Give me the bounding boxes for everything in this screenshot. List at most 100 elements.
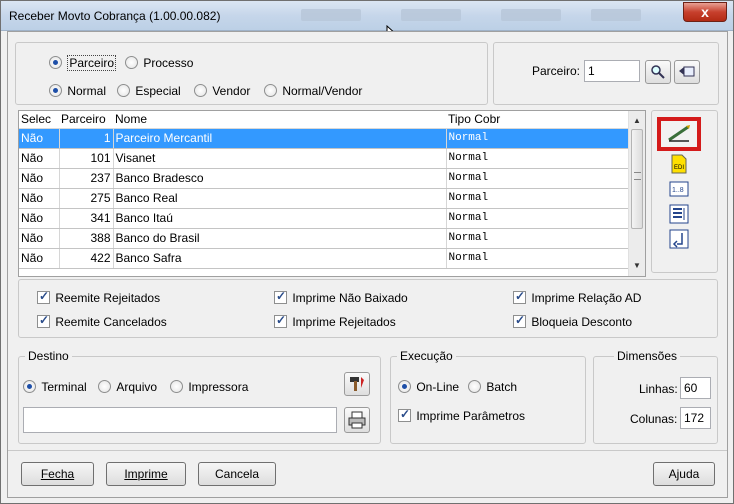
radio-processo-label: Processo [143, 55, 194, 70]
radio-vendor-indicator [194, 84, 207, 98]
cell-selec: Não [19, 148, 60, 169]
return-button[interactable] [674, 60, 700, 84]
options-panel: Reemite Rejeitados Imprime Não Baixado I… [18, 279, 718, 338]
checkbox-imprime-nao-baixado[interactable]: Imprime Não Baixado [274, 289, 408, 305]
cell-selec: Não [19, 228, 60, 249]
blurred-background [301, 9, 361, 21]
column-header-parceiro[interactable]: Parceiro [59, 111, 113, 129]
cell-parceiro: 1 [59, 128, 114, 149]
destino-group: Destino Terminal Arquivo Impressora [18, 349, 381, 444]
checkbox-imprime-rejeitados[interactable]: Imprime Rejeitados [274, 313, 396, 329]
table-row[interactable]: Não 422 Banco Safra Normal [19, 248, 629, 269]
imprime-button[interactable]: Imprime [106, 462, 186, 486]
scroll-up-icon[interactable]: ▲ [633, 116, 641, 125]
dimensoes-title: Dimensões [614, 349, 681, 363]
hammer-icon [350, 377, 364, 391]
column-header-tipo-cobr[interactable]: Tipo Cobr [446, 111, 629, 129]
checkbox-imprime-rejeitados-box [274, 313, 287, 329]
checkbox-imprime-relacao-ad-box [513, 289, 526, 305]
radio-especial-label: Especial [135, 83, 181, 98]
colunas-input[interactable] [680, 407, 711, 429]
dimensoes-group: Dimensões Linhas: Colunas: [593, 349, 718, 444]
cell-nome: Banco Bradesco [113, 168, 447, 189]
column-header-selec[interactable]: Selec [19, 111, 59, 129]
radio-parceiro-indicator [49, 56, 62, 70]
cell-nome: Banco do Brasil [113, 228, 447, 249]
radio-parceiro[interactable]: Parceiro [49, 54, 117, 71]
checkbox-reemite-rejeitados[interactable]: Reemite Rejeitados [37, 289, 160, 305]
edit-button[interactable] [657, 117, 701, 151]
radio-vendor[interactable]: Vendor [194, 83, 250, 98]
destination-path-input[interactable] [23, 407, 337, 433]
table-row[interactable]: Não 275 Banco Real Normal [19, 188, 629, 209]
table-row[interactable]: Não 1 Parceiro Mercantil Normal [19, 128, 629, 149]
table-row[interactable]: Não 101 Visanet Normal [19, 148, 629, 169]
column-header-nome[interactable]: Nome [113, 111, 446, 129]
checkbox-reemite-cancelados-label: Reemite Cancelados [55, 314, 167, 329]
radio-impressora[interactable]: Impressora [170, 379, 248, 394]
tool-button[interactable] [344, 372, 370, 396]
table-row[interactable]: Não 388 Banco do Brasil Normal [19, 228, 629, 249]
checkbox-imprime-parametros-box [398, 407, 411, 423]
edi-button[interactable]: EDI [668, 154, 690, 176]
fecha-button[interactable]: Fecha [21, 462, 94, 486]
cell-tipo-cobr: Normal [446, 128, 629, 149]
side-toolbar: EDI 1..8 [651, 110, 718, 273]
title-bar[interactable]: Receber Movto Cobrança (1.00.00.082) x [1, 1, 733, 31]
radio-terminal[interactable]: Terminal [23, 379, 87, 394]
checkbox-reemite-cancelados[interactable]: Reemite Cancelados [37, 313, 167, 329]
checkbox-imprime-relacao-ad-label: Imprime Relação AD [531, 290, 642, 305]
grid-scrollbar[interactable]: ▲ ▼ [628, 111, 645, 276]
radio-online-indicator [398, 380, 411, 394]
return-icon [679, 66, 695, 77]
scroll-down-icon[interactable]: ▼ [633, 261, 641, 270]
range-icon: 1..8 [669, 181, 689, 197]
blurred-background [591, 9, 641, 21]
checkbox-reemite-rejeitados-box [37, 289, 50, 305]
ajuda-button[interactable]: Ajuda [653, 462, 715, 486]
cell-tipo-cobr: Normal [446, 208, 629, 229]
thumb-grip-icon [634, 172, 641, 180]
table-row[interactable]: Não 341 Banco Itaú Normal [19, 208, 629, 229]
linhas-input[interactable] [680, 377, 711, 399]
radio-normal-indicator [49, 84, 62, 98]
radio-processo[interactable]: Processo [125, 55, 193, 70]
linhas-label: Linhas: [639, 382, 678, 396]
checkbox-imprime-relacao-ad[interactable]: Imprime Relação AD [513, 289, 642, 305]
cell-tipo-cobr: Normal [446, 148, 629, 169]
partner-grid[interactable]: Selec Parceiro Nome Tipo Cobr Não 1 Parcei… [18, 110, 646, 277]
radio-especial[interactable]: Especial [117, 83, 181, 98]
printer-icon [348, 411, 366, 429]
destino-title: Destino [25, 349, 72, 363]
checkbox-imprime-rejeitados-label: Imprime Rejeitados [292, 314, 396, 329]
cell-parceiro: 275 [59, 188, 114, 209]
parceiro-input[interactable] [584, 60, 640, 82]
radio-normal-vendor[interactable]: Normal/Vendor [264, 83, 362, 98]
printer-button[interactable] [344, 407, 370, 433]
radio-normal[interactable]: Normal [49, 83, 106, 98]
radio-parceiro-label: Parceiro [67, 54, 117, 71]
radio-impressora-indicator [170, 380, 183, 394]
table-header: Selec Parceiro Nome Tipo Cobr [19, 111, 629, 129]
scroll-thumb[interactable] [631, 129, 643, 229]
checkbox-bloqueia-desconto[interactable]: Bloqueia Desconto [513, 313, 632, 329]
table-row[interactable]: Não 237 Banco Bradesco Normal [19, 168, 629, 189]
close-button[interactable]: x [683, 2, 727, 22]
range-button[interactable]: 1..8 [668, 179, 690, 201]
blurred-background [501, 9, 561, 21]
window-title: Receber Movto Cobrança (1.00.00.082) [9, 9, 221, 23]
cell-selec: Não [19, 248, 60, 269]
radio-arquivo[interactable]: Arquivo [98, 379, 157, 394]
search-button[interactable] [645, 60, 671, 84]
radio-batch[interactable]: Batch [468, 379, 517, 394]
radio-terminal-label: Terminal [41, 379, 87, 394]
cancela-button[interactable]: Cancela [198, 462, 276, 486]
radio-online[interactable]: On-Line [398, 379, 459, 394]
clear-selection-button[interactable] [668, 229, 690, 251]
cancela-button-label: Cancela [214, 467, 260, 481]
checkbox-imprime-parametros[interactable]: Imprime Parâmetros [398, 407, 525, 423]
radio-online-label: On-Line [416, 379, 460, 394]
cell-tipo-cobr: Normal [446, 248, 629, 269]
select-all-button[interactable] [668, 204, 690, 226]
cell-selec: Não [19, 168, 60, 189]
